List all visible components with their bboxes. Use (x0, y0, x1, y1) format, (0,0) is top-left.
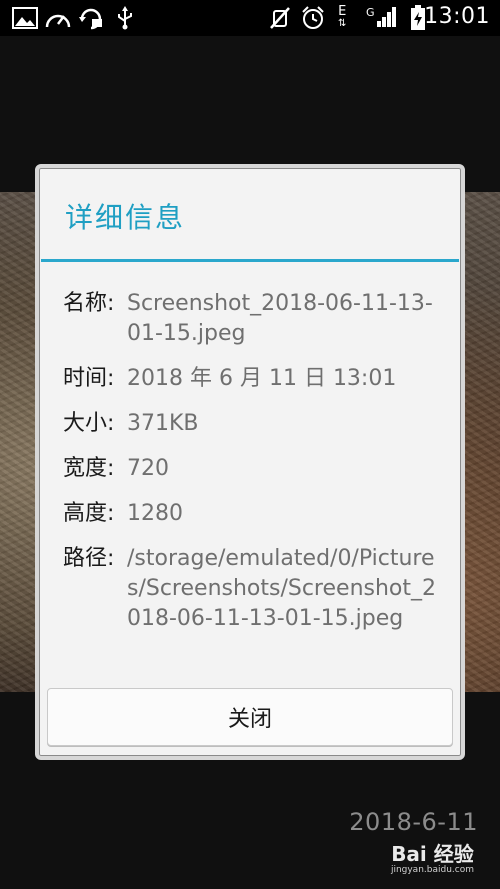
usb-icon (115, 6, 135, 30)
baidu-jingyan-watermark: Bai 经验 jingyan.baidu.com (391, 838, 474, 875)
network-type-g: G (366, 6, 375, 19)
close-button[interactable]: 关闭 (47, 688, 453, 746)
detail-row-size: 大小: 371KB (63, 409, 441, 439)
detail-label-name: 名称: (63, 291, 115, 316)
dialog-title: 详细信息 (65, 201, 186, 234)
watermark-brand: Bai 经验 (391, 842, 474, 866)
detail-value-time: 2018 年 6 月 11 日 13:01 (127, 366, 397, 391)
detail-label-height: 高度: (63, 501, 115, 526)
status-bar: E ⇅ G 13:01 (0, 0, 500, 36)
dialog-title-divider (41, 259, 459, 262)
status-clock: 13:01 (424, 4, 490, 29)
photo-date-stamp: 2018-6-11 (349, 808, 478, 836)
detail-row-path: 路径: /storage/emulated/0/Pictures/Screens… (63, 544, 441, 634)
detail-label-time: 时间: (63, 366, 115, 391)
speedometer-icon (44, 6, 72, 30)
detail-value-size: 371KB (127, 411, 199, 436)
watermark-url: jingyan.baidu.com (390, 865, 474, 875)
detail-value-width: 720 (127, 456, 169, 481)
signal-icon: G (366, 6, 398, 30)
detail-row-name: 名称: Screenshot_2018-06-11-13-01-15.jpeg (63, 289, 441, 349)
detail-row-width: 宽度: 720 (63, 454, 441, 484)
mute-icon (268, 6, 292, 30)
detail-value-path: /storage/emulated/0/Pictures/Screenshots… (127, 546, 436, 631)
details-dialog: 详细信息 名称: Screenshot_2018-06-11-13-01-15.… (35, 164, 465, 760)
detail-value-height: 1280 (127, 501, 183, 526)
detail-label-width: 宽度: (63, 456, 115, 481)
network-type-e: E (338, 4, 347, 19)
detail-row-height: 高度: 1280 (63, 499, 441, 529)
detail-label-path: 路径: (63, 546, 115, 571)
detail-value-name: Screenshot_2018-06-11-13-01-15.jpeg (127, 291, 433, 346)
detail-label-size: 大小: (63, 411, 115, 436)
detail-row-time: 时间: 2018 年 6 月 11 日 13:01 (63, 364, 441, 394)
data-e-icon: E ⇅ (338, 4, 347, 29)
image-icon (12, 6, 38, 30)
sync-icon (78, 6, 104, 30)
alarm-icon (300, 6, 326, 30)
